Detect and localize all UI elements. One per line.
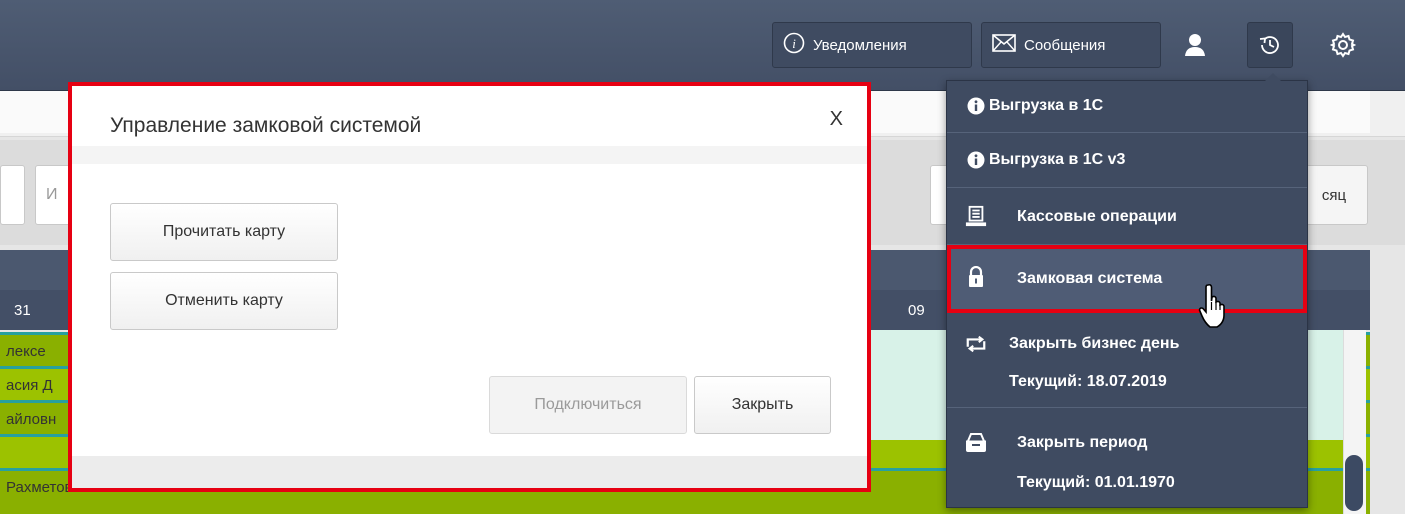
messages-button[interactable]: Сообщения [981,22,1161,68]
connect-button[interactable]: Подключиться [489,376,687,434]
notifications-label: Уведомления [813,36,907,54]
envelope-icon [992,34,1016,56]
archive-icon [965,432,987,454]
menu-item-label: Кассовые операции [1017,208,1177,225]
menu-item-lock-system[interactable]: Замковая система [947,245,1307,313]
history-dropdown-menu: Выгрузка в 1С Выгрузка в 1С v3 Кассовые … [946,73,1308,508]
settings-button[interactable] [1320,22,1366,68]
menu-item-close-period[interactable]: Закрыть период Текущий: 01.01.1970 [947,408,1307,507]
menu-item-label: Замковая система [1017,270,1163,287]
lock-system-dialog: Управление замковой системой X Прочитать… [68,82,871,492]
date-label-left: 31 [14,302,31,319]
menu-item-export-1c-v3[interactable]: Выгрузка в 1С v3 [947,133,1307,188]
hand-pointer-cursor-icon [1198,283,1232,334]
gear-icon [1330,32,1356,58]
notifications-button[interactable]: i Уведомления [772,22,972,68]
dialog-title: Управление замковой системой [110,114,422,137]
menu-item-sublabel: Текущий: 18.07.2019 [1009,373,1167,390]
menu-item-sublabel: Текущий: 01.01.1970 [1017,474,1175,491]
menu-item-export-1c[interactable]: Выгрузка в 1С [947,81,1307,133]
user-icon [1185,34,1205,56]
info-icon [965,149,987,171]
background-input-ghost: И [46,186,58,203]
dialog-footer [72,456,867,488]
top-navigation-bar: i Уведомления Сообщения [0,0,1405,91]
menu-item-label: Закрыть бизнес день [1009,335,1180,352]
background-input-left[interactable] [0,165,25,225]
dialog-close-x-button[interactable]: X [830,108,843,131]
cancel-card-button[interactable]: Отменить карту [110,272,338,330]
messages-label: Сообщения [1024,36,1106,54]
date-label-right: 09 [908,302,925,319]
info-circle-icon: i [783,32,805,58]
user-profile-button[interactable] [1172,22,1218,68]
close-button[interactable]: Закрыть [694,376,831,434]
svg-text:i: i [792,36,796,51]
read-card-button[interactable]: Прочитать карту [110,203,338,261]
refresh-icon [965,333,987,355]
menu-item-label: Выгрузка в 1С [989,97,1104,114]
menu-item-close-business-day[interactable]: Закрыть бизнес день Текущий: 18.07.2019 [947,313,1307,408]
cash-register-icon [965,205,987,227]
lock-icon [965,266,987,288]
info-icon [965,95,987,117]
history-button[interactable] [1247,22,1293,68]
menu-item-label: Закрыть период [1017,434,1148,451]
menu-item-cash-operations[interactable]: Кассовые операции [947,188,1307,245]
dialog-header-divider [72,146,867,164]
background-month-button[interactable]: сяц [1300,165,1368,225]
history-icon [1259,36,1279,54]
scrollbar-thumb[interactable] [1345,455,1363,511]
menu-item-label: Выгрузка в 1С v3 [989,151,1126,168]
